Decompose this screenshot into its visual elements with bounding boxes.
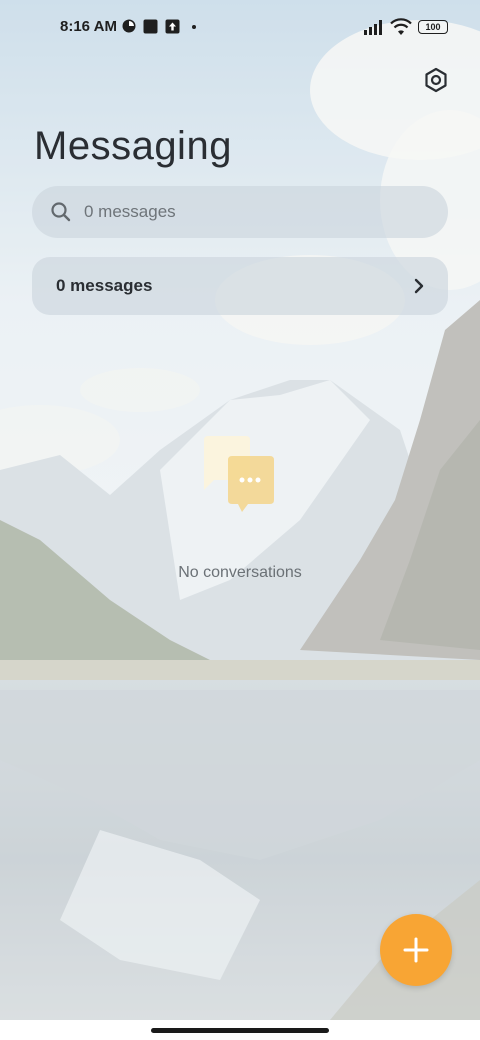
app-notification-icon xyxy=(122,19,136,33)
settings-hexagon-icon xyxy=(425,67,447,93)
messaging-screen: 8:16 AM 100 Messaging 0 messages 0 messa… xyxy=(0,0,480,1040)
new-conversation-button[interactable] xyxy=(380,914,452,986)
settings-button[interactable] xyxy=(420,64,452,96)
search-input[interactable] xyxy=(82,201,406,223)
square-notification-icon xyxy=(143,19,158,34)
dot-icon xyxy=(192,25,196,29)
navigation-bar xyxy=(0,1020,480,1040)
wifi-icon xyxy=(390,18,412,35)
messages-row-label: 0 messages xyxy=(56,276,153,295)
search-bar[interactable] xyxy=(32,186,448,238)
empty-state: No conversations xyxy=(0,430,480,582)
empty-conversations-illustration xyxy=(190,430,290,520)
messages-row[interactable]: 0 messages xyxy=(32,257,448,315)
chevron-right-icon xyxy=(414,278,424,294)
upload-notification-icon xyxy=(165,19,180,34)
page-title: Messaging xyxy=(34,124,232,168)
battery-level: 100 xyxy=(425,22,441,32)
signal-icon xyxy=(364,20,382,35)
status-bar: 8:16 AM 100 xyxy=(0,0,480,56)
status-time: 8:16 AM xyxy=(60,18,117,35)
search-icon xyxy=(51,202,71,222)
chat-bubbles-icon xyxy=(204,436,274,512)
empty-state-text: No conversations xyxy=(178,564,302,581)
home-gesture-handle[interactable] xyxy=(151,1028,329,1033)
battery-icon: 100 xyxy=(418,20,448,34)
plus-icon xyxy=(403,937,429,963)
